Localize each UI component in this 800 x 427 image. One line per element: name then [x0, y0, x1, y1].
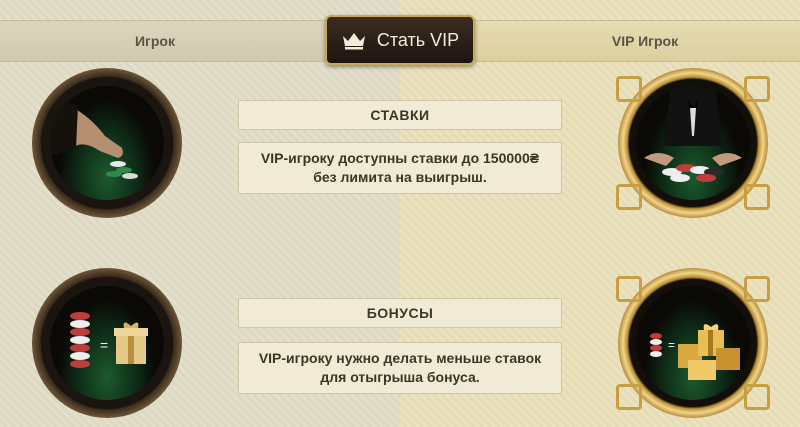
equals-sign: =: [668, 338, 675, 352]
crown-icon: [342, 33, 365, 50]
bets-title: СТАВКИ: [238, 100, 562, 130]
vip-bonus-medallion: =: [616, 268, 770, 418]
equals-sign: =: [100, 337, 108, 353]
become-vip-label: Стать VIP: [376, 29, 460, 50]
player-bonus-image: =: [50, 286, 164, 400]
vip-bets-medallion: [616, 68, 770, 218]
vip-bonus-image: =: [636, 286, 750, 400]
player-bonus-medallion: =: [32, 268, 182, 418]
player-bets-image: [50, 86, 164, 200]
bonuses-title: БОНУСЫ: [238, 298, 562, 328]
tab-vip-player[interactable]: VIP Игрок: [445, 20, 800, 62]
become-vip-button[interactable]: Стать VIP: [325, 15, 475, 65]
tab-player[interactable]: Игрок: [0, 20, 355, 62]
bets-description: VIP-игроку доступны ставки до 150000₴ бе…: [238, 142, 562, 194]
player-bets-medallion: [32, 68, 182, 218]
bonuses-description: VIP-игроку нужно делать меньше ставок дл…: [238, 342, 562, 394]
vip-bets-image: [636, 86, 750, 200]
